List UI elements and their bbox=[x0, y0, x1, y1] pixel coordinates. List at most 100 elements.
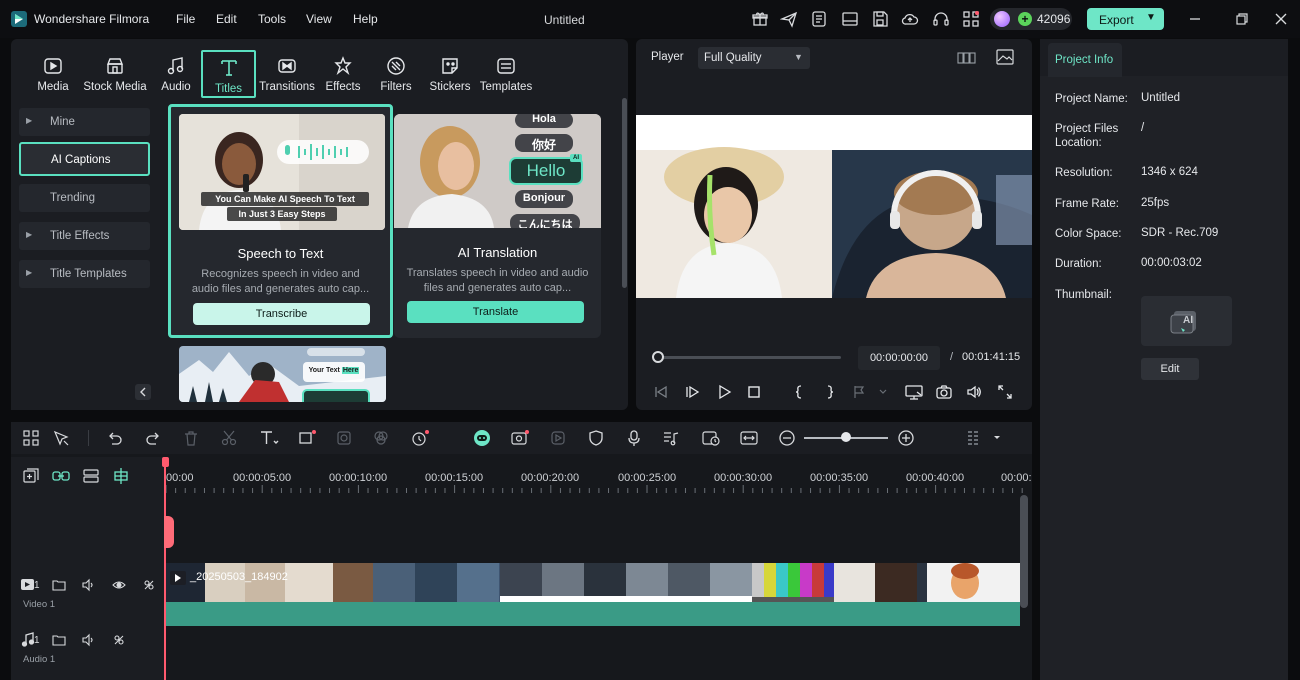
tab-media[interactable]: Media bbox=[33, 52, 73, 98]
menu-help[interactable]: Help bbox=[353, 12, 378, 26]
mark-out-icon[interactable] bbox=[822, 384, 838, 400]
more-options-icon[interactable] bbox=[966, 429, 1006, 447]
send-icon[interactable] bbox=[780, 10, 798, 28]
close-icon[interactable] bbox=[1272, 10, 1290, 28]
chevron-down-icon[interactable]: ▼ bbox=[1146, 12, 1156, 23]
zoom-slider-handle[interactable] bbox=[841, 432, 851, 442]
menu-file[interactable]: File bbox=[176, 12, 195, 26]
microphone-icon[interactable] bbox=[625, 429, 643, 447]
apps-grid-icon[interactable] bbox=[962, 10, 980, 28]
folder-icon[interactable] bbox=[52, 578, 66, 592]
stop-icon[interactable] bbox=[746, 384, 762, 400]
playhead-marker[interactable] bbox=[164, 516, 174, 548]
lock-icon[interactable] bbox=[142, 578, 156, 592]
menu-tools[interactable]: Tools bbox=[258, 12, 286, 26]
display-icon[interactable] bbox=[904, 384, 924, 400]
playback-disabled-icon[interactable] bbox=[549, 429, 567, 447]
grid-view-icon[interactable] bbox=[957, 50, 977, 66]
tab-audio[interactable]: Audio bbox=[158, 52, 194, 98]
timeline-ruler[interactable] bbox=[165, 457, 1031, 493]
notes-icon[interactable] bbox=[810, 10, 828, 28]
audio-track[interactable] bbox=[165, 628, 1021, 680]
ai-assistant-icon[interactable] bbox=[472, 429, 492, 447]
playback-progress-handle[interactable] bbox=[652, 351, 664, 363]
text-tool-icon[interactable] bbox=[258, 429, 280, 447]
layout-icon[interactable] bbox=[841, 10, 859, 28]
sidebar-item-title-effects[interactable]: ▶ Title Effects bbox=[19, 222, 150, 250]
video-clip[interactable] bbox=[165, 563, 1020, 603]
tab-stock-media[interactable]: Stock Media bbox=[81, 52, 149, 98]
speed-icon[interactable] bbox=[701, 429, 721, 447]
credits-badge[interactable]: + 42096 bbox=[990, 8, 1072, 30]
current-time[interactable]: 00:00:00:00 bbox=[858, 346, 940, 370]
select-tool-icon[interactable] bbox=[52, 429, 70, 447]
marker-icon[interactable] bbox=[852, 384, 888, 400]
snapshot-icon[interactable] bbox=[936, 384, 952, 400]
tab-titles[interactable]: Titles bbox=[201, 50, 256, 98]
eye-icon[interactable] bbox=[112, 578, 126, 592]
library-scrollbar[interactable] bbox=[622, 98, 627, 288]
layout-grid-icon[interactable] bbox=[22, 429, 40, 447]
fit-timeline-icon[interactable] bbox=[739, 429, 759, 447]
ai-tool-icon[interactable] bbox=[335, 429, 353, 447]
tab-effects[interactable]: Effects bbox=[324, 52, 362, 98]
playhead-handle[interactable] bbox=[162, 457, 169, 467]
previous-frame-icon[interactable] bbox=[653, 384, 669, 400]
audio-list-icon[interactable] bbox=[662, 429, 680, 447]
track-layout-icon[interactable] bbox=[82, 467, 100, 485]
project-thumbnail[interactable]: AI bbox=[1141, 296, 1232, 346]
zoom-out-icon[interactable] bbox=[778, 429, 796, 447]
card-speech-to-text[interactable]: You Can Make AI Speech To Text In Just 3… bbox=[168, 104, 393, 338]
sidebar-item-title-templates[interactable]: ▶ Title Templates bbox=[19, 260, 150, 288]
delete-icon[interactable] bbox=[182, 429, 200, 447]
tab-templates[interactable]: Templates bbox=[478, 52, 534, 98]
video-preview[interactable] bbox=[636, 115, 1032, 298]
color-icon[interactable] bbox=[372, 429, 390, 447]
edit-thumbnail-button[interactable]: Edit bbox=[1141, 358, 1199, 380]
collapse-sidebar-button[interactable] bbox=[135, 384, 151, 400]
tab-project-info[interactable]: Project Info bbox=[1048, 43, 1122, 77]
play-icon[interactable] bbox=[716, 384, 732, 400]
link-icon[interactable] bbox=[52, 467, 70, 485]
fullscreen-icon[interactable] bbox=[997, 384, 1013, 400]
menu-view[interactable]: View bbox=[306, 12, 332, 26]
minimize-icon[interactable] bbox=[1186, 10, 1204, 28]
tab-stickers[interactable]: Stickers bbox=[428, 52, 472, 98]
quality-select[interactable]: Full Quality ▼ bbox=[698, 47, 810, 69]
undo-icon[interactable] bbox=[106, 429, 124, 447]
track-volume-icon[interactable] bbox=[82, 578, 96, 592]
card-title-template-snow[interactable]: Your Text Here bbox=[179, 346, 386, 402]
cut-icon[interactable] bbox=[220, 429, 238, 447]
shield-icon[interactable] bbox=[587, 429, 605, 447]
mark-in-icon[interactable] bbox=[791, 384, 807, 400]
save-icon[interactable] bbox=[871, 10, 889, 28]
menu-edit[interactable]: Edit bbox=[216, 12, 237, 26]
sidebar-item-trending[interactable]: Trending bbox=[19, 184, 150, 212]
cloud-upload-icon[interactable] bbox=[901, 10, 919, 28]
redo-icon[interactable] bbox=[144, 429, 162, 447]
ai-effects-icon[interactable] bbox=[410, 429, 432, 447]
crop-icon[interactable] bbox=[297, 429, 319, 447]
restore-icon[interactable] bbox=[1233, 10, 1251, 28]
headset-icon[interactable] bbox=[932, 10, 950, 28]
add-track-icon[interactable] bbox=[22, 467, 40, 485]
tab-filters[interactable]: Filters bbox=[378, 52, 414, 98]
video-audio-waveform[interactable] bbox=[165, 602, 1020, 626]
track-volume-icon[interactable] bbox=[82, 633, 96, 647]
snap-icon[interactable] bbox=[112, 467, 130, 485]
gift-icon[interactable] bbox=[751, 10, 769, 28]
transcribe-button[interactable]: Transcribe bbox=[193, 303, 370, 325]
lock-icon[interactable] bbox=[112, 633, 126, 647]
record-screen-icon[interactable] bbox=[510, 429, 530, 447]
tab-transitions[interactable]: Transitions bbox=[259, 52, 315, 98]
translate-button[interactable]: Translate bbox=[407, 301, 584, 323]
sidebar-item-mine[interactable]: ▶ Mine bbox=[19, 108, 150, 136]
folder-icon[interactable] bbox=[52, 633, 66, 647]
timeline-scrollbar[interactable] bbox=[1020, 495, 1028, 608]
card-ai-translation[interactable]: Hola 你好 Hello AI Bonjour こんにちは AI Transl… bbox=[394, 114, 601, 338]
next-frame-icon[interactable] bbox=[685, 384, 701, 400]
playhead[interactable] bbox=[164, 457, 166, 680]
export-button[interactable]: Export ▼ bbox=[1087, 8, 1164, 30]
sidebar-item-ai-captions[interactable]: AI Captions bbox=[19, 142, 150, 176]
playback-progress-track[interactable] bbox=[657, 356, 841, 359]
